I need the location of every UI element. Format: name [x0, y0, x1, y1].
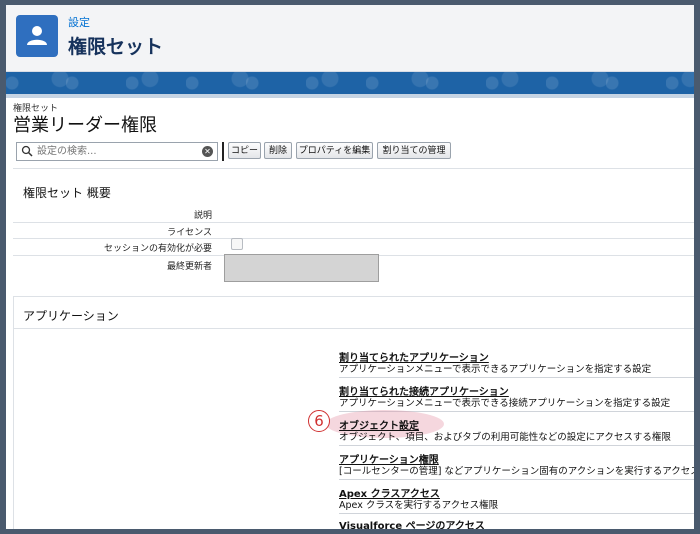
divider — [13, 238, 694, 239]
main-content: 権限セット 営業リーダー権限 ✕ コピー 削除 プロパティを編集 割り当ての管理… — [6, 98, 694, 529]
divider — [13, 328, 694, 329]
divider — [13, 168, 694, 169]
object-settings-desc: オブジェクト、項目、およびタブの利用可能性などの設定にアクセスする権限 — [339, 432, 671, 443]
permission-set-name: 営業リーダー権限 — [13, 115, 157, 136]
page-header: 設定 権限セット — [6, 5, 694, 72]
toolbar-separator — [222, 142, 224, 161]
search-icon — [21, 145, 33, 157]
divider — [13, 222, 694, 223]
row-divider — [339, 479, 694, 480]
annotation-number: 6 — [308, 410, 330, 432]
edit-properties-button[interactable]: プロパティを編集 — [296, 142, 373, 159]
last-modified-by-redacted — [224, 254, 379, 282]
assigned-connected-apps-desc: アプリケーションメニューで表示できる接続アプリケーションを指定する設定 — [339, 398, 671, 409]
field-label-description: 説明 — [193, 211, 212, 221]
applications-section-title: アプリケーション — [23, 309, 119, 323]
screenshot-frame: 設定 権限セット 権限セット 営業リーダー権限 ✕ コピー 削除 プロパティを編… — [6, 5, 694, 529]
field-label-license: ライセンス — [167, 228, 212, 238]
decorative-banner — [6, 72, 694, 94]
assigned-apps-desc: アプリケーションメニューで表示できるアプリケーションを指定する設定 — [339, 364, 652, 375]
breadcrumb[interactable]: 設定 — [68, 14, 90, 30]
overview-section-title: 権限セット 概要 — [23, 186, 111, 200]
row-divider — [339, 377, 694, 378]
manage-assignments-button[interactable]: 割り当ての管理 — [377, 142, 451, 159]
apex-class-access-desc: Apex クラスを実行するアクセス権限 — [339, 500, 499, 511]
row-divider — [339, 445, 694, 446]
search-box[interactable]: ✕ — [16, 142, 218, 161]
app-permissions-desc: [コールセンターの管理] などアプリケーション固有のアクションを実行するアクセス… — [339, 466, 694, 477]
delete-button[interactable]: 削除 — [264, 142, 292, 159]
session-activation-checkbox[interactable] — [231, 238, 243, 250]
user-icon — [16, 15, 58, 57]
visualforce-access-link[interactable]: Visualforce ページのアクセス — [339, 517, 485, 529]
row-divider — [339, 513, 694, 514]
field-label-last-modified-by: 最終更新者 — [166, 262, 212, 272]
search-input[interactable] — [37, 144, 197, 158]
copy-button[interactable]: コピー — [228, 142, 261, 159]
clear-icon[interactable]: ✕ — [202, 146, 213, 157]
field-label-session-activation: セッションの有効化が必要 — [103, 244, 212, 254]
page-title: 権限セット — [68, 36, 164, 58]
